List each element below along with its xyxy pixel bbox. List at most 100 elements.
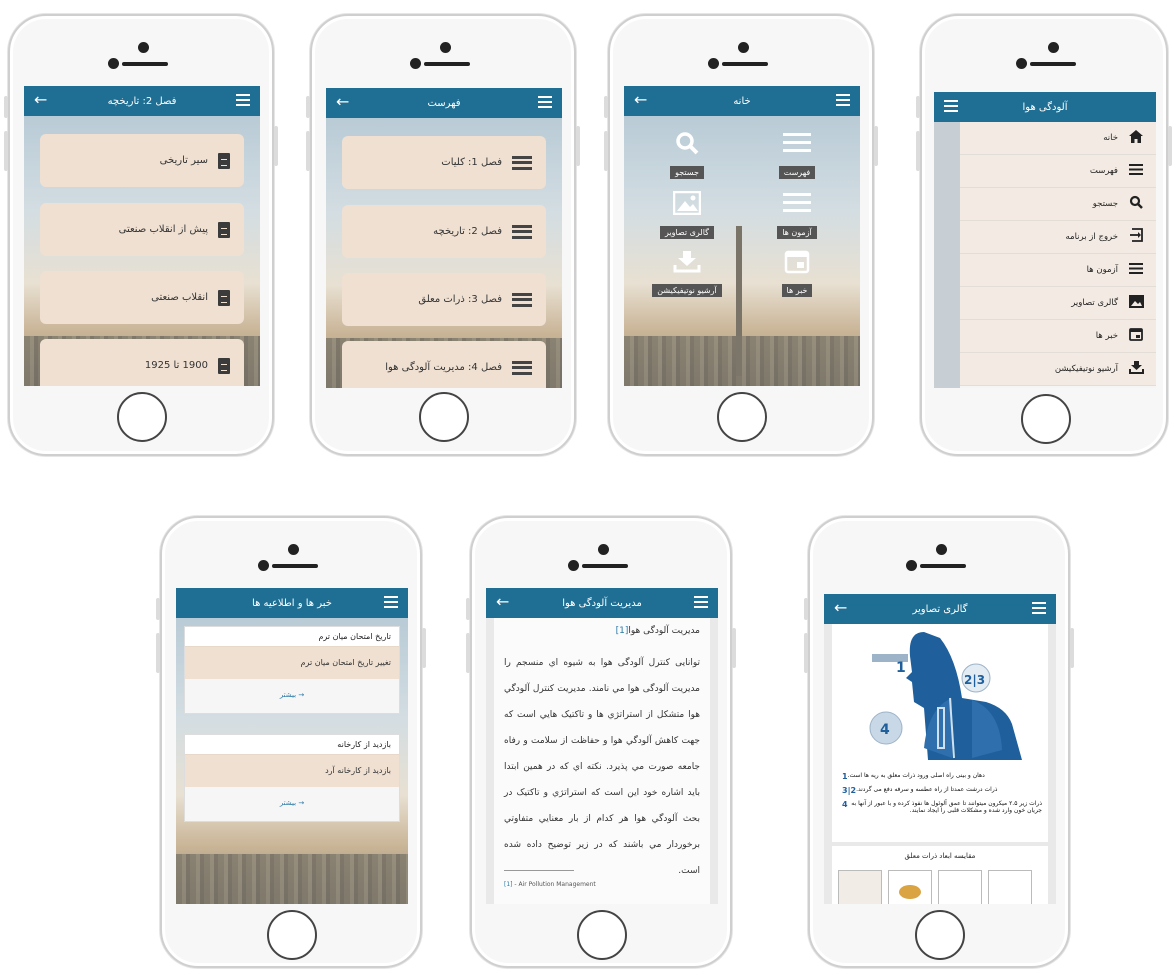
respiratory-illustration: 1 2|3 4: [869, 632, 1022, 760]
figure-legend: دهان و بینی راه اصلی ورود ذرات معلق به ر…: [838, 772, 1042, 819]
drawer-item-gallery[interactable]: گالری تصاویر: [960, 287, 1156, 320]
footnote-ref[interactable]: [1]: [504, 881, 513, 888]
screen: ← خانه جستجو فهرست گالری تصاویر آزمون ها…: [624, 86, 860, 386]
drawer-item-search[interactable]: جستجو: [960, 188, 1156, 221]
screen: ← فهرست فصل 1: کلیات فصل 2: تاریخچه فصل …: [326, 88, 562, 388]
figure-label-1: 1: [896, 660, 906, 676]
phone-gallery: ← گالری تصاویر 1 2|3 4 دهان و بینی راه ا…: [804, 516, 1074, 968]
home-button[interactable]: [915, 910, 965, 960]
list-icon: [762, 186, 832, 220]
list-item-label: پیش از انقلاب صنعتی: [118, 224, 208, 235]
drawer-item-label: گالری تصاویر: [1071, 298, 1118, 308]
list-item[interactable]: پیش از انقلاب صنعتی: [40, 203, 244, 256]
list-item-label: 1900 تا 1925: [144, 360, 208, 371]
menu-icon[interactable]: [944, 100, 958, 112]
screen: ← مدیریت آلودگی هوا مدیریت آلودگی هوا[1]…: [486, 588, 718, 904]
tile-quizzes[interactable]: آزمون ها: [762, 186, 832, 239]
figure-label-2-3: 2|3: [964, 673, 985, 687]
news-heading: بازدید از کارخانه: [185, 735, 399, 755]
legend-item: دهان و بینی راه اصلی ورود ذرات معلق به ر…: [842, 772, 985, 781]
news-card[interactable]: بازدید از کارخانه بازدید از کارخانه آرد …: [184, 734, 400, 822]
sensor: [410, 58, 421, 69]
menu-icon[interactable]: [538, 96, 552, 108]
screen: ← گالری تصاویر 1 2|3 4 دهان و بینی راه ا…: [824, 594, 1056, 904]
image-icon: [1128, 294, 1144, 312]
tile-news[interactable]: خبر ها: [762, 244, 832, 297]
drawer-item-news[interactable]: خبر ها: [960, 320, 1156, 353]
speaker: [424, 62, 470, 66]
sensor: [108, 58, 119, 69]
tile-label: جستجو: [670, 166, 704, 179]
list-item-label: فصل 2: تاریخچه: [433, 226, 502, 237]
list-item[interactable]: فصل 1: کلیات: [342, 136, 546, 189]
home-button[interactable]: [717, 392, 767, 442]
menu-icon[interactable]: [236, 94, 250, 106]
list-item[interactable]: فصل 4: مدیریت آلودگی هوا: [342, 341, 546, 388]
list-item[interactable]: فصل 3: ذرات معلق: [342, 273, 546, 326]
tile-label: آزمون ها: [777, 226, 817, 239]
tile-notification-archive[interactable]: آرشیو نوتیفیکیشن: [644, 244, 730, 297]
home-button[interactable]: [577, 910, 627, 960]
app-bar: ← خانه: [624, 86, 860, 116]
phone-home: ← خانه جستجو فهرست گالری تصاویر آزمون ها…: [604, 14, 878, 456]
menu-icon[interactable]: [384, 596, 398, 608]
list-item[interactable]: فصل 2: تاریخچه: [342, 205, 546, 258]
sensor: [258, 560, 269, 571]
camera: [288, 544, 299, 555]
home-button[interactable]: [117, 392, 167, 442]
menu-icon[interactable]: [836, 94, 850, 106]
camera: [138, 42, 149, 53]
list-icon: [1128, 262, 1144, 278]
more-link[interactable]: بیشتر →: [185, 787, 399, 821]
back-arrow-icon[interactable]: ←: [496, 593, 509, 611]
app-bar: خبر ها و اطلاعیه ها: [176, 588, 408, 618]
camera: [738, 42, 749, 53]
home-button[interactable]: [267, 910, 317, 960]
back-arrow-icon[interactable]: ←: [34, 91, 47, 109]
drawer-item-label: خبر ها: [1095, 331, 1118, 341]
list-item[interactable]: 1900 تا 1925: [40, 339, 244, 386]
drawer-title: آلودگی هوا: [1022, 101, 1068, 113]
drawer-item-notification-archive[interactable]: آرشیو نوتیفیکیشن: [960, 353, 1156, 386]
page-title: خانه: [733, 95, 751, 107]
home-button[interactable]: [1021, 394, 1071, 444]
home-button[interactable]: [419, 392, 469, 442]
back-arrow-icon[interactable]: ←: [336, 93, 349, 111]
list-item[interactable]: سیر تاریخی: [40, 134, 244, 187]
app-bar: ← فهرست: [326, 88, 562, 118]
drawer-item-label: خانه: [1103, 133, 1118, 143]
document-icon: [218, 357, 230, 374]
more-link[interactable]: بیشتر →: [185, 679, 399, 713]
news-card[interactable]: تاریخ امتحان میان ترم تغییر تاریخ امتحان…: [184, 626, 400, 714]
tile-gallery[interactable]: گالری تصاویر: [652, 186, 722, 239]
app-bar: آلودگی هوا: [934, 92, 1156, 122]
navigation-drawer: خانه فهرست جستجو خروج از برنامه آزمون ها…: [960, 122, 1156, 388]
app-bar: ← فصل 2: تاریخچه: [24, 86, 260, 116]
back-arrow-icon[interactable]: ←: [634, 91, 647, 109]
drawer-item-quizzes[interactable]: آزمون ها: [960, 254, 1156, 287]
second-image[interactable]: مقایسه ابعاد ذرات معلق: [832, 846, 1048, 904]
speaker: [272, 564, 318, 568]
news-heading: تاریخ امتحان میان ترم: [185, 627, 399, 647]
drawer-item-exit[interactable]: خروج از برنامه: [960, 221, 1156, 254]
image-icon: [652, 186, 722, 220]
gallery-image[interactable]: 1 2|3 4 دهان و بینی راه اصلی ورود ذرات م…: [832, 624, 1048, 904]
speaker: [122, 62, 168, 66]
list-item-label: سیر تاریخی: [159, 155, 208, 166]
article-content: مدیریت آلودگی هوا[1] توانایی کنترل آلودگ…: [494, 618, 710, 904]
list-icon: [512, 292, 532, 307]
list-item[interactable]: انقلاب صنعتی: [40, 271, 244, 324]
document-icon: [218, 221, 230, 238]
tile-search[interactable]: جستجو: [652, 126, 722, 179]
drawer-item-home[interactable]: خانه: [960, 122, 1156, 155]
menu-icon[interactable]: [694, 596, 708, 608]
page-title: فهرست: [427, 97, 461, 109]
tile-toc[interactable]: فهرست: [762, 126, 832, 179]
list-icon: [512, 224, 532, 239]
list-item-label: فصل 4: مدیریت آلودگی هوا: [385, 362, 502, 373]
drawer-item-toc[interactable]: فهرست: [960, 155, 1156, 188]
page-title: خبر ها و اطلاعیه ها: [252, 597, 332, 609]
footnote-link[interactable]: [1]: [616, 626, 629, 636]
menu-icon[interactable]: [1032, 602, 1046, 614]
back-arrow-icon[interactable]: ←: [834, 599, 847, 617]
